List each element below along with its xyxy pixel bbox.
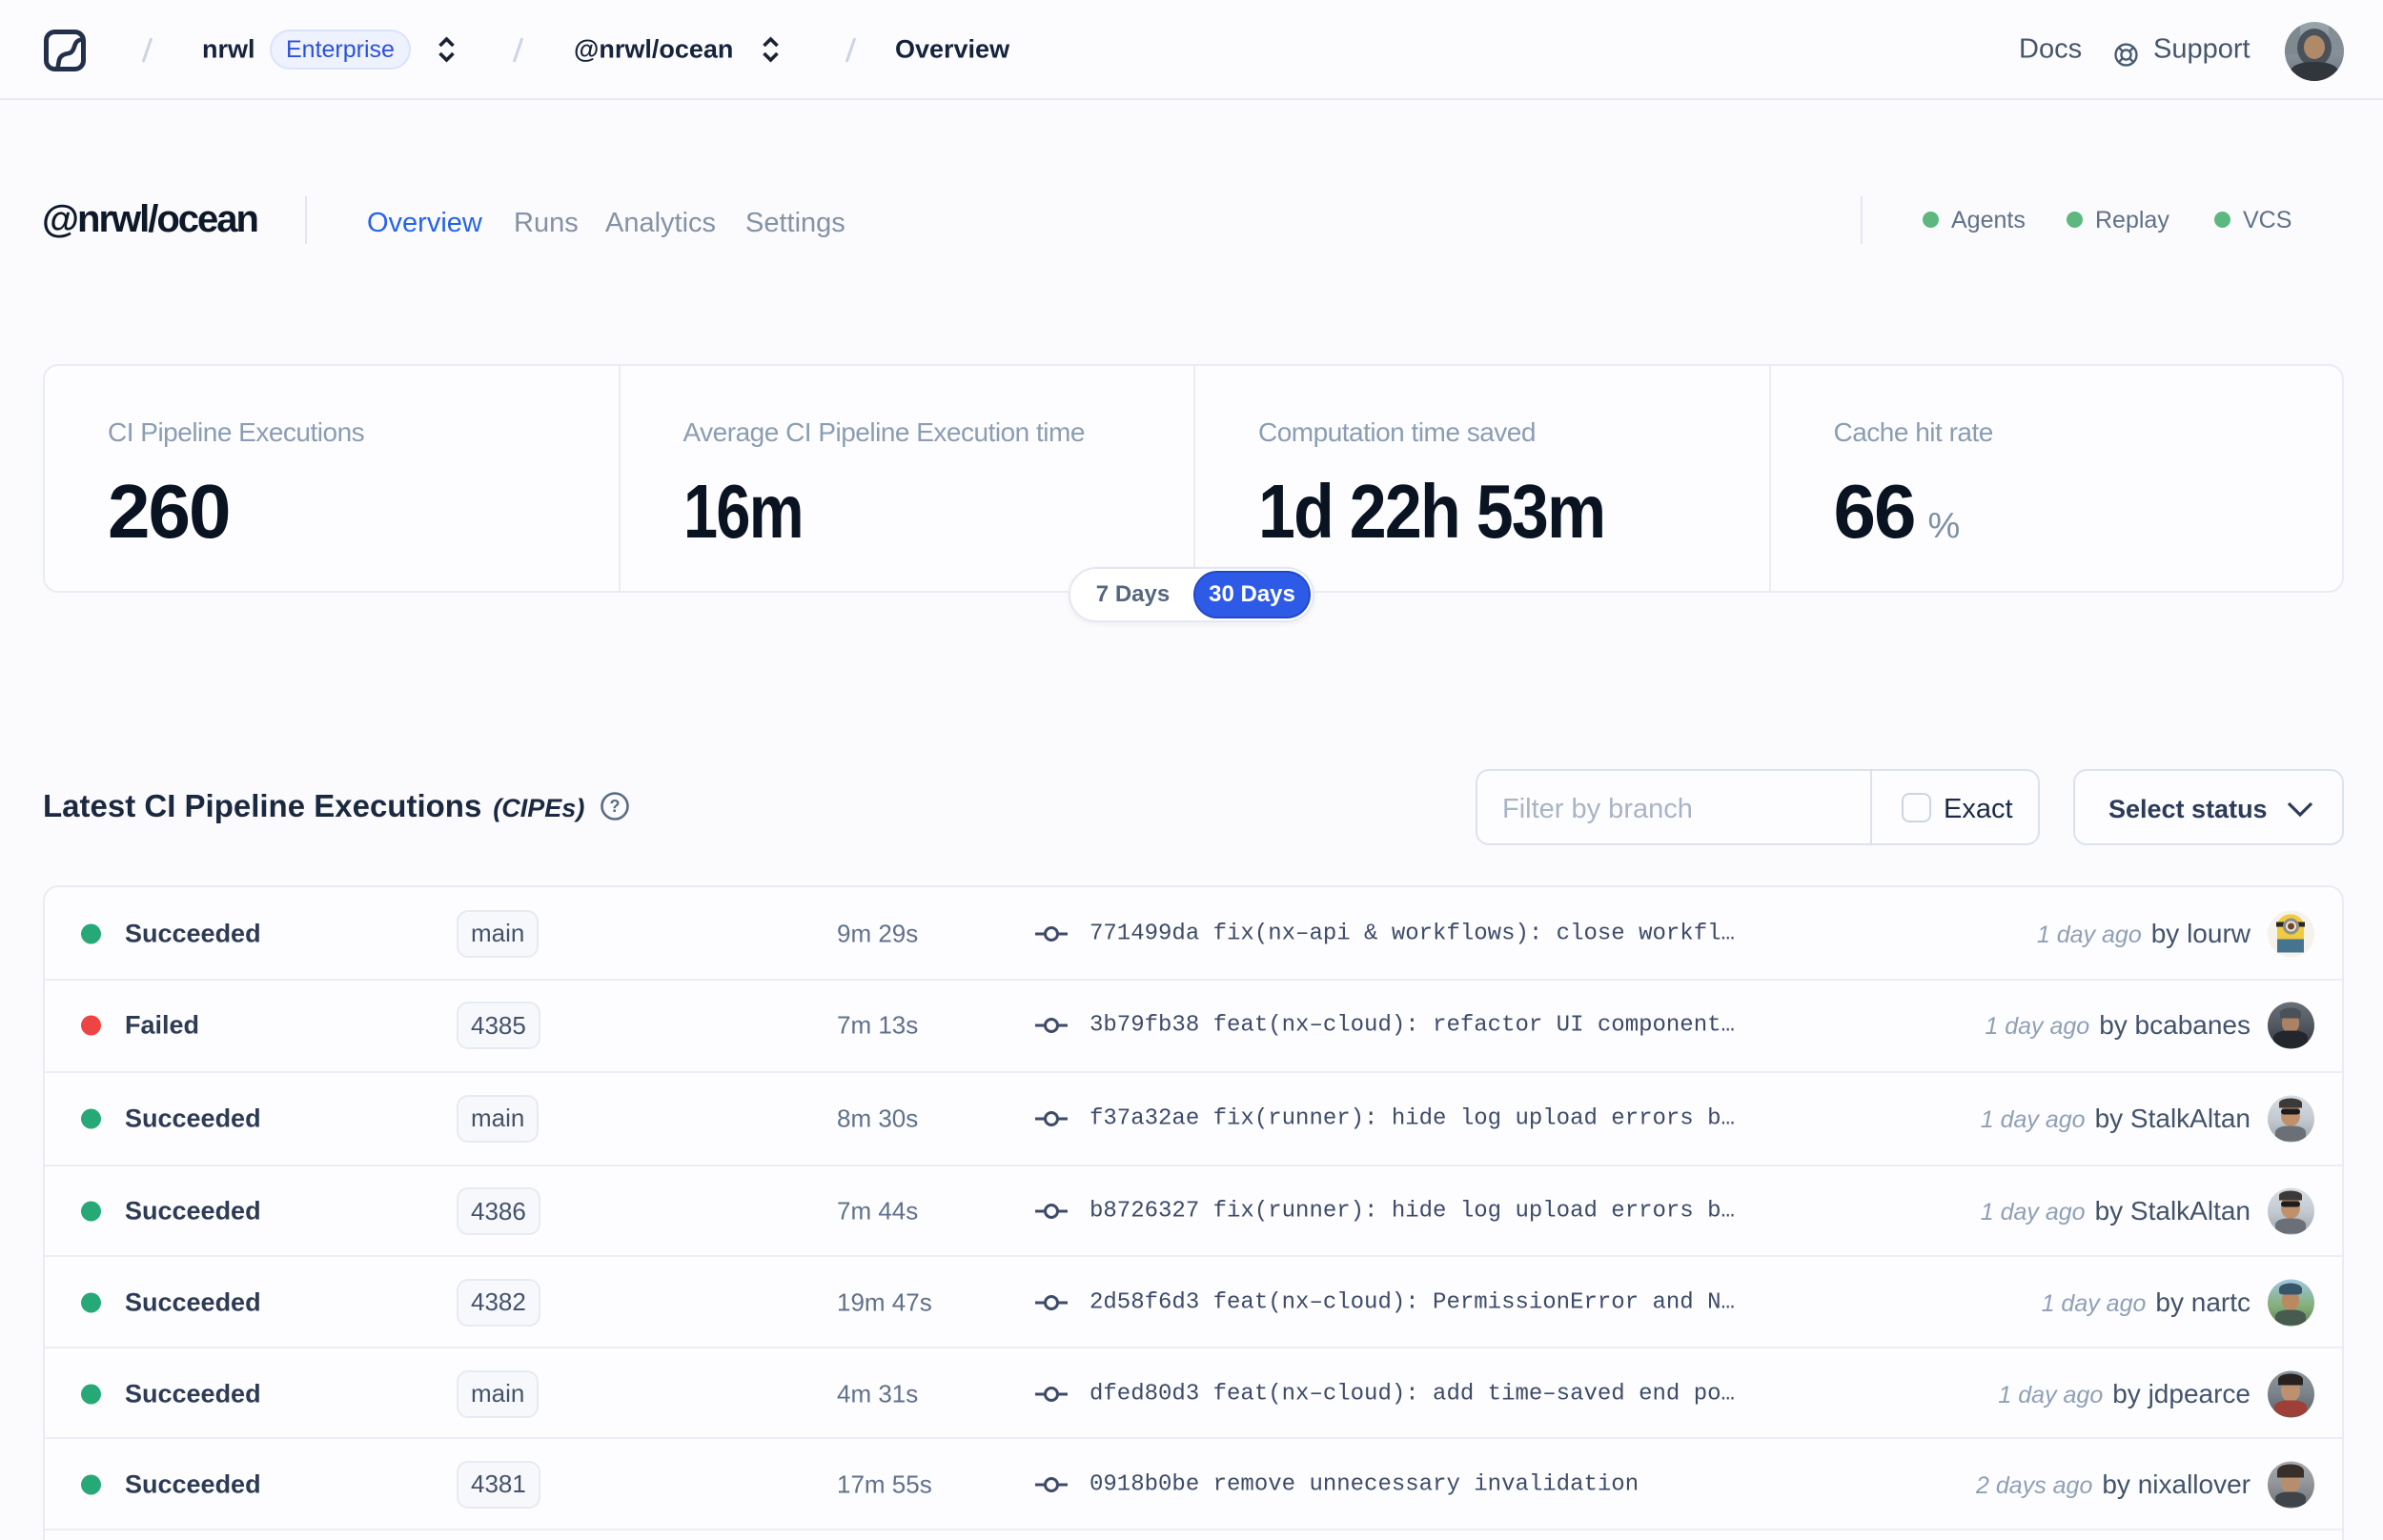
svg-text:?: ?: [610, 797, 621, 816]
